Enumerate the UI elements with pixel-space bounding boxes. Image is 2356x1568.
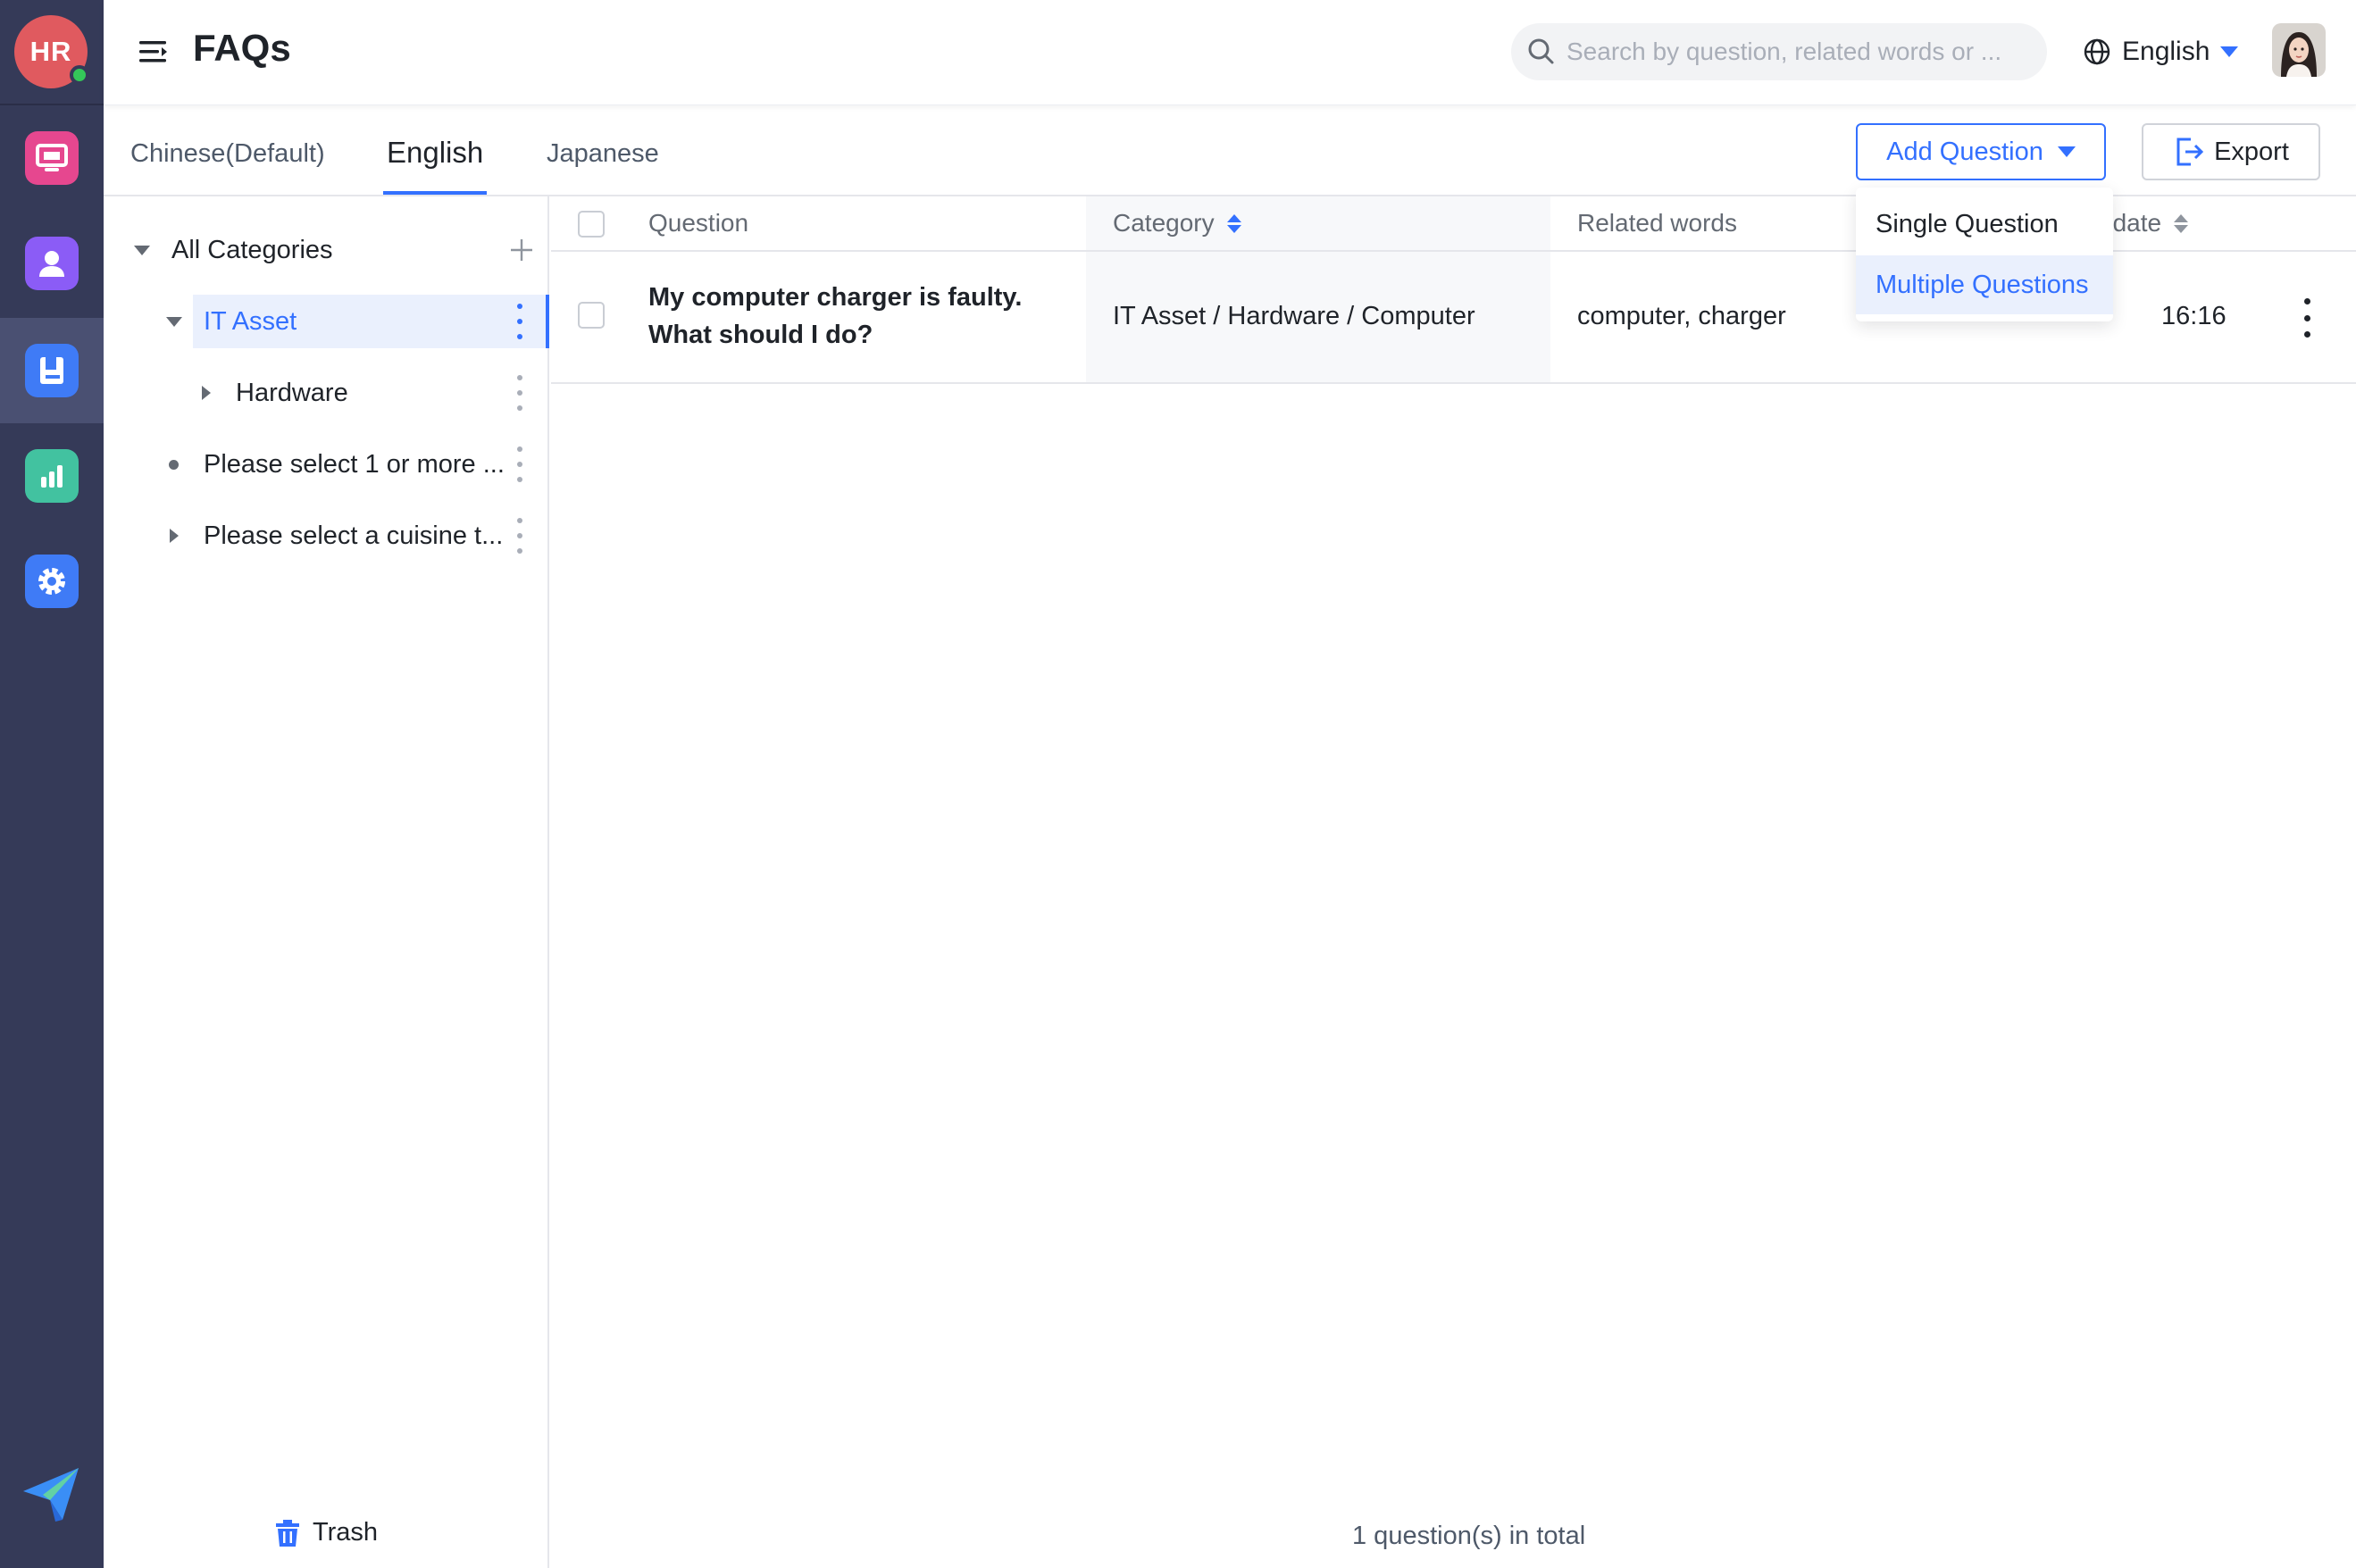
sort-icon[interactable] bbox=[2174, 213, 2189, 233]
rail-item-inbox[interactable] bbox=[0, 105, 104, 211]
user-icon bbox=[25, 237, 79, 290]
more-options-icon[interactable] bbox=[516, 304, 523, 339]
top-header: FAQs English bbox=[104, 0, 2356, 105]
export-label: Export bbox=[2214, 137, 2289, 166]
column-header-category[interactable]: Category bbox=[1113, 209, 1241, 238]
tree-item-label: Hardware bbox=[236, 378, 348, 407]
active-tab-indicator bbox=[383, 191, 487, 195]
total-count: 1 question(s) in total bbox=[1352, 1522, 1586, 1550]
tree-item-label: Please select a cuisine t... bbox=[204, 521, 504, 550]
online-status-dot bbox=[70, 65, 89, 85]
language-select[interactable]: English bbox=[2083, 30, 2239, 73]
add-category-icon[interactable] bbox=[509, 238, 534, 263]
tree-item-select-cuisine[interactable]: Please select a cuisine t... bbox=[104, 509, 549, 563]
search-icon bbox=[1528, 38, 1554, 64]
caret-down-icon bbox=[2057, 146, 2076, 157]
trash-label: Trash bbox=[313, 1518, 379, 1547]
rail-item-employees[interactable] bbox=[0, 211, 104, 316]
caret-down-icon[interactable] bbox=[166, 317, 182, 327]
tree-item-label: Please select 1 or more ... bbox=[204, 449, 505, 479]
select-all-checkbox[interactable] bbox=[578, 211, 605, 238]
add-question-menu: Single Question Multiple Questions bbox=[1856, 188, 2113, 321]
page-title: FAQs bbox=[193, 27, 291, 69]
tree-item-hardware[interactable]: Hardware bbox=[104, 366, 549, 420]
language-label: English bbox=[2122, 37, 2210, 66]
menu-item-multiple-questions[interactable]: Multiple Questions bbox=[1856, 255, 2113, 314]
tab-english[interactable]: English bbox=[387, 136, 483, 170]
tree-item-label: IT Asset bbox=[204, 306, 297, 336]
gear-icon bbox=[25, 555, 79, 608]
rail-item-analytics[interactable] bbox=[0, 423, 104, 529]
app-logo-text: HR bbox=[29, 36, 72, 67]
app-rail: HR bbox=[0, 0, 104, 1568]
caret-down-icon bbox=[2220, 46, 2239, 57]
question-cell[interactable]: My computer charger is faulty. What shou… bbox=[648, 279, 1077, 354]
rail-item-settings[interactable] bbox=[0, 529, 104, 634]
caret-down-icon[interactable] bbox=[134, 246, 150, 255]
column-header-question: Question bbox=[648, 209, 749, 237]
knowledge-book-icon bbox=[25, 344, 79, 397]
menu-toggle-icon[interactable] bbox=[138, 36, 170, 68]
sort-icon[interactable] bbox=[1226, 213, 1241, 233]
tree-item-it-asset[interactable]: IT Asset bbox=[104, 295, 549, 348]
related-words-cell: computer, charger bbox=[1577, 302, 1786, 330]
last-update-cell: 16:16 bbox=[2161, 302, 2227, 330]
row-checkbox[interactable] bbox=[578, 302, 605, 329]
more-options-icon[interactable] bbox=[516, 375, 523, 411]
tree-item-all-categories[interactable]: All Categories bbox=[104, 223, 549, 277]
more-options-icon[interactable] bbox=[516, 446, 523, 482]
paper-plane-icon[interactable] bbox=[21, 1464, 82, 1525]
caret-right-icon[interactable] bbox=[202, 386, 211, 400]
bullet-icon bbox=[169, 460, 179, 470]
tree-item-select-one-or-more[interactable]: Please select 1 or more ... bbox=[104, 438, 549, 491]
inbox-icon bbox=[25, 131, 79, 185]
more-options-icon[interactable] bbox=[516, 518, 523, 554]
trash-icon bbox=[276, 1519, 299, 1547]
search-input[interactable] bbox=[1566, 38, 2031, 66]
column-header-related-words: Related words bbox=[1577, 209, 1737, 237]
caret-right-icon[interactable] bbox=[170, 529, 179, 543]
tab-japanese[interactable]: Japanese bbox=[547, 139, 659, 169]
app-logo[interactable]: HR bbox=[14, 15, 89, 88]
menu-item-single-question[interactable]: Single Question bbox=[1856, 195, 2113, 254]
category-cell: IT Asset / Hardware / Computer bbox=[1113, 302, 1475, 330]
add-question-label: Add Question bbox=[1886, 137, 2043, 166]
globe-icon bbox=[2084, 38, 2110, 65]
selection-bar bbox=[546, 295, 549, 348]
search-box[interactable] bbox=[1511, 23, 2047, 80]
tab-chinese[interactable]: Chinese(Default) bbox=[130, 139, 325, 169]
bar-chart-icon bbox=[25, 449, 79, 503]
add-question-button[interactable]: Add Question bbox=[1856, 123, 2106, 180]
export-icon bbox=[2176, 138, 2204, 166]
tree-item-label: All Categories bbox=[171, 235, 333, 264]
user-avatar[interactable] bbox=[2272, 23, 2326, 77]
export-button[interactable]: Export bbox=[2142, 123, 2320, 180]
trash-button[interactable]: Trash bbox=[275, 1518, 378, 1547]
rail-item-knowledge[interactable] bbox=[0, 318, 104, 423]
row-more-options-icon[interactable] bbox=[2302, 298, 2311, 338]
category-tree: All Categories IT Asset Hardware Please … bbox=[104, 196, 549, 1568]
